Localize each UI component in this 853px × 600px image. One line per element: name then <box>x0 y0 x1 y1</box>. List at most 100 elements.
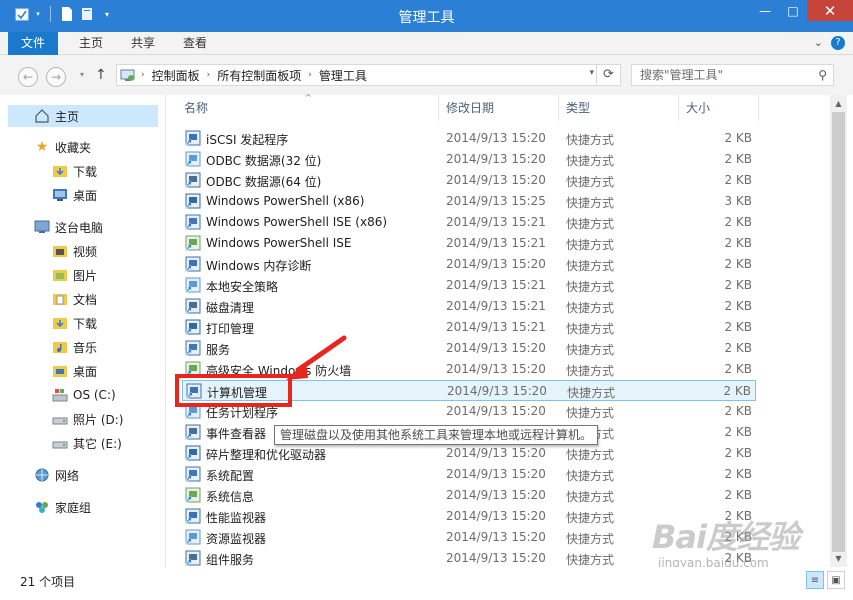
tab-share[interactable]: 共享 <box>122 32 164 55</box>
crumb-separator-icon[interactable]: › <box>207 70 211 80</box>
forward-button[interactable]: → <box>46 67 66 87</box>
file-size: 2 KB <box>724 467 752 481</box>
table-row[interactable]: 服务 2014/9/13 15:20 快捷方式 2 KB <box>182 338 756 359</box>
sidebar-item-downloads[interactable]: 下载 <box>52 160 97 182</box>
column-divider[interactable] <box>758 95 759 121</box>
sidebar-item-documents[interactable]: 文档 <box>52 288 97 310</box>
sidebar-item-downloads-pc[interactable]: 下载 <box>52 312 97 334</box>
file-size: 2 KB <box>724 320 752 334</box>
sidebar-item-home[interactable]: 主页 <box>8 105 158 127</box>
table-row[interactable]: 系统配置 2014/9/13 15:20 快捷方式 2 KB <box>182 464 756 485</box>
sidebar-item-this-pc[interactable]: 这台电脑 <box>34 216 103 238</box>
table-row[interactable]: Windows PowerShell ISE 2014/9/13 15:21 快捷方… <box>182 233 756 254</box>
view-switcher: ≡ ▣ <box>806 571 845 589</box>
sidebar-item-label: 桌面 <box>73 364 98 379</box>
tab-file[interactable]: 文件 <box>8 32 58 55</box>
shortcut-icon <box>185 193 201 209</box>
file-type: 快捷方式 <box>566 532 615 546</box>
shortcut-icon <box>185 424 201 440</box>
close-button[interactable]: ✕ <box>807 0 853 21</box>
shortcut-icon <box>185 256 201 272</box>
table-row[interactable]: iSCSI 发起程序 2014/9/13 15:20 快捷方式 2 KB <box>182 128 756 149</box>
address-bar[interactable]: › 控制面板 › 所有控制面板项 › 管理工具 ▾ ⟳ <box>116 64 621 86</box>
search-icon[interactable]: ⚲ <box>818 65 827 85</box>
help-icon[interactable]: ? <box>831 36 845 50</box>
breadcrumb-admin-tools[interactable]: 管理工具 <box>319 67 367 84</box>
pictures-folder-icon <box>52 267 68 283</box>
table-row[interactable]: Windows PowerShell (x86) 2014/9/13 15:25 快… <box>182 191 756 212</box>
file-type: 快捷方式 <box>566 490 615 504</box>
address-dropdown-icon[interactable]: ▾ <box>589 68 594 78</box>
column-header-size[interactable]: 大小 <box>686 95 710 121</box>
breadcrumb-all-items[interactable]: 所有控制面板项 <box>217 67 301 84</box>
sidebar-item-label: 视频 <box>73 244 98 259</box>
column-header-type[interactable]: 类型 <box>566 95 590 121</box>
column-divider[interactable] <box>438 95 439 121</box>
sidebar-item-label: 网络 <box>55 468 80 483</box>
table-row[interactable]: ODBC 数据源(64 位) 2014/9/13 15:20 快捷方式 2 KB <box>182 170 756 191</box>
sidebar-item-desktop[interactable]: 桌面 <box>52 184 97 206</box>
column-header-name[interactable]: 名称 <box>184 95 208 121</box>
recent-locations-icon[interactable]: ▾ <box>80 70 84 79</box>
annotation-highlight-box <box>175 374 292 407</box>
crumb-separator-icon: › <box>141 70 145 80</box>
crumb-separator-icon[interactable]: › <box>308 70 312 80</box>
scroll-down-icon[interactable]: ▼ <box>830 550 847 567</box>
file-type: 快捷方式 <box>566 322 615 336</box>
sidebar-item-videos[interactable]: 视频 <box>52 240 97 262</box>
sidebar-item-desktop-pc[interactable]: 桌面 <box>52 360 97 382</box>
scrollbar-thumb[interactable] <box>832 112 845 552</box>
details-view-button[interactable]: ≡ <box>806 571 824 589</box>
search-input[interactable]: 搜索"管理工具" ⚲ <box>631 64 834 86</box>
file-list: ^ 名称 修改日期 类型 大小 iSCSI 发起程序 2014/9/13 15:2… <box>166 93 830 567</box>
column-divider[interactable] <box>678 95 679 121</box>
file-date: 2014/9/13 15:25 <box>446 194 546 208</box>
file-name: 磁盘清理 <box>206 301 255 315</box>
sidebar-item-pictures[interactable]: 图片 <box>52 264 97 286</box>
minimize-button[interactable]: — <box>751 0 779 21</box>
sidebar-item-drive-d[interactable]: 照片 (D:) <box>52 408 123 430</box>
file-date: 2014/9/13 15:20 <box>447 384 547 398</box>
file-name: 系统信息 <box>206 490 255 504</box>
file-type: 快捷方式 <box>566 553 615 567</box>
table-row[interactable]: 磁盘清理 2014/9/13 15:21 快捷方式 2 KB <box>182 296 756 317</box>
maximize-button[interactable]: □ <box>779 0 807 21</box>
sidebar-item-music[interactable]: 音乐 <box>52 336 97 358</box>
large-icons-view-button[interactable]: ▣ <box>827 571 845 589</box>
vertical-scrollbar[interactable]: ▲ ▼ <box>830 95 847 567</box>
refresh-button[interactable]: ⟳ <box>596 65 620 85</box>
breadcrumb-control-panel[interactable]: 控制面板 <box>152 67 200 84</box>
sidebar-item-favorites[interactable]: ★ 收藏夹 <box>34 136 91 158</box>
tab-home[interactable]: 主页 <box>70 32 112 55</box>
table-row[interactable]: 打印管理 2014/9/13 15:21 快捷方式 2 KB <box>182 317 756 338</box>
documents-folder-icon <box>52 291 68 307</box>
sidebar-item-drive-c[interactable]: OS (C:) <box>52 384 116 406</box>
table-row[interactable]: ODBC 数据源(32 位) 2014/9/13 15:20 快捷方式 2 KB <box>182 149 756 170</box>
file-name: 服务 <box>206 343 231 357</box>
column-header-date[interactable]: 修改日期 <box>446 95 494 121</box>
table-row[interactable]: Windows PowerShell ISE (x86) 2014/9/13 15… <box>182 212 756 233</box>
sidebar-item-drive-e[interactable]: 其它 (E:) <box>52 432 122 454</box>
shortcut-icon <box>185 487 201 503</box>
sidebar-item-label: 下载 <box>73 164 98 179</box>
sidebar-item-network[interactable]: 网络 <box>34 464 79 486</box>
homegroup-icon <box>34 499 50 515</box>
expand-ribbon-icon[interactable]: ⌄ <box>814 36 823 50</box>
table-row[interactable]: 本地安全策略 2014/9/13 15:21 快捷方式 2 KB <box>182 275 756 296</box>
tab-view[interactable]: 查看 <box>174 32 216 55</box>
status-bar: 21 个项目 ≡ ▣ <box>0 567 853 600</box>
file-size: 2 KB <box>724 257 752 271</box>
table-row[interactable]: 碎片整理和优化驱动器 2014/9/13 15:20 快捷方式 2 KB <box>182 443 756 464</box>
table-row[interactable]: 系统信息 2014/9/13 15:20 快捷方式 2 KB <box>182 485 756 506</box>
table-row[interactable]: Windows 内存诊断 2014/9/13 15:20 快捷方式 2 KB <box>182 254 756 275</box>
sidebar-item-label: 桌面 <box>73 188 98 203</box>
column-divider[interactable] <box>558 95 559 121</box>
sidebar-item-homegroup[interactable]: 家庭组 <box>34 496 91 518</box>
back-button[interactable]: ← <box>18 67 38 87</box>
file-name: ODBC 数据源(64 位) <box>206 175 322 189</box>
scroll-up-icon[interactable]: ▲ <box>830 95 847 112</box>
file-date: 2014/9/13 15:20 <box>446 131 546 145</box>
up-button[interactable]: ↑ <box>95 67 107 83</box>
shortcut-icon <box>185 319 201 335</box>
file-date: 2014/9/13 15:21 <box>446 215 546 229</box>
